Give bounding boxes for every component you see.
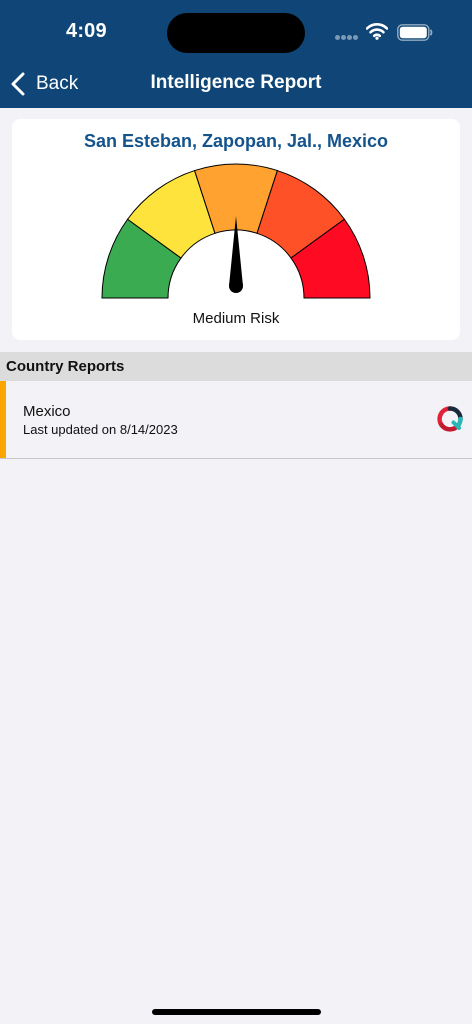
- report-logo-icon[interactable]: [437, 406, 463, 432]
- report-country-name: Mexico: [23, 403, 71, 420]
- risk-gauge: [101, 163, 371, 299]
- page-title: Intelligence Report: [150, 72, 322, 93]
- screen: 4:09 Back Intelligence Report San Esteba…: [0, 0, 472, 1024]
- gauge-needle-hub: [229, 279, 243, 293]
- dynamic-island: [167, 13, 305, 53]
- section-header-country-reports: Country Reports: [0, 352, 472, 381]
- battery-icon: [397, 24, 433, 41]
- country-report-row[interactable]: Mexico Last updated on 8/14/2023: [0, 381, 472, 459]
- status-time: 4:09: [66, 20, 107, 42]
- report-last-updated: Last updated on 8/14/2023: [23, 422, 178, 437]
- navigation-bar: 4:09 Back Intelligence Report: [0, 0, 472, 108]
- risk-level-label: Medium Risk: [192, 310, 280, 327]
- risk-card: San Esteban, Zapopan, Jal., Mexico Mediu…: [12, 119, 460, 340]
- signal-dots-icon: [335, 35, 359, 41]
- home-indicator: [152, 1009, 321, 1015]
- wifi-icon: [366, 23, 388, 40]
- report-accent-bar: [0, 381, 6, 458]
